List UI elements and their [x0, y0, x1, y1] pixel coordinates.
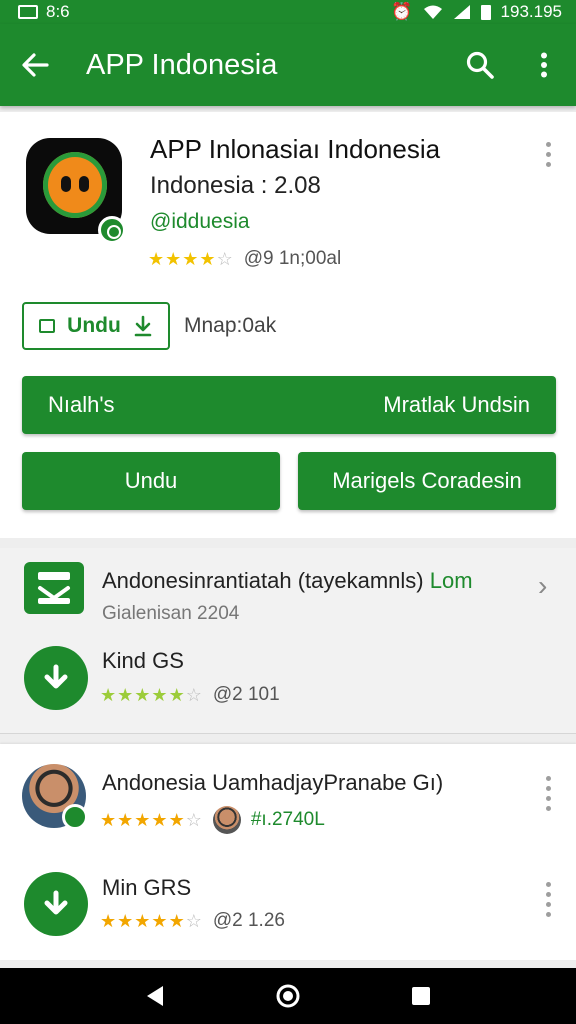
- back-nav-icon[interactable]: [145, 985, 165, 1007]
- wifi-icon: [423, 5, 442, 19]
- related-item-rating-text: @2 101: [212, 684, 280, 705]
- related-header-subtitle: Gialenisan 2204: [102, 603, 240, 624]
- primary-wide-button[interactable]: Nıalh's Mratlak Undsin: [22, 376, 556, 434]
- outline-note: Mnap:0ak: [184, 314, 277, 337]
- related-item-stars: ★ ★ ★ ★ ★ ☆: [100, 685, 203, 706]
- star-icon: ★: [168, 910, 186, 931]
- app-icon[interactable]: [26, 138, 126, 244]
- star-icon: ★: [117, 809, 135, 830]
- list-item-2-title[interactable]: Min GRS: [102, 875, 191, 901]
- star-icon: ★: [117, 684, 135, 705]
- star-icon: ★: [134, 910, 152, 931]
- star-icon: ★: [100, 910, 118, 931]
- mini-avatar: [212, 806, 241, 834]
- category-icon: [24, 562, 84, 614]
- status-time: 193.195: [500, 2, 562, 21]
- list-item-1-stars: ★ ★ ★ ★ ★ ☆: [100, 810, 203, 831]
- app-rating: ★ ★ ★ ★ ☆ @9 1n;00al: [148, 248, 341, 270]
- list-item-2-icon[interactable]: [24, 872, 88, 936]
- list-item-1-meta: #ı.2740L: [250, 809, 325, 830]
- rating-stars: ★ ★ ★ ★ ☆: [148, 249, 234, 270]
- avatar[interactable]: [22, 764, 88, 830]
- star-icon: ★: [168, 684, 186, 705]
- alarm-icon: ⏰: [391, 2, 413, 21]
- list-item-2-meta: @2 1.26: [212, 910, 285, 931]
- more-vert-icon: [541, 52, 547, 78]
- outline-download-button[interactable]: Undu: [22, 302, 170, 350]
- chevron-right-icon[interactable]: ›: [538, 570, 547, 602]
- back-button[interactable]: [0, 24, 70, 106]
- star-icon: ★: [199, 248, 217, 269]
- list-item-2-rating: ★ ★ ★ ★ ★ ☆ @2 1.26: [100, 910, 285, 932]
- related-item-rating: ★ ★ ★ ★ ★ ☆ @2 101: [100, 684, 280, 706]
- app-icon-eye-left: [61, 176, 71, 192]
- app-icon-badge: [98, 216, 126, 244]
- app-icon-face: [43, 152, 107, 218]
- star-icon: ★: [148, 248, 166, 269]
- battery-icon: [480, 4, 491, 20]
- star-icon: ☆: [216, 248, 234, 269]
- back-arrow-icon: [22, 53, 49, 77]
- page-title: APP Indonesia: [86, 48, 278, 81]
- related-header-title[interactable]: Andonesinrantiatah (tayekamnls) Lom: [102, 568, 473, 594]
- related-more-link[interactable]: Lom: [430, 568, 473, 593]
- star-icon: ★: [165, 248, 183, 269]
- download-circle-icon: [44, 890, 68, 915]
- notification-icon: [18, 5, 38, 19]
- undu-button-label: Undu: [124, 468, 178, 493]
- star-icon: ★: [134, 684, 152, 705]
- star-icon: ★: [100, 684, 118, 705]
- star-icon: ★: [168, 809, 186, 830]
- star-icon: ★: [151, 684, 169, 705]
- star-icon: ★: [134, 809, 152, 830]
- undu-button[interactable]: Undu: [22, 452, 280, 510]
- download-icon: [134, 315, 152, 337]
- home-nav-icon[interactable]: [275, 983, 301, 1009]
- app-bar: APP Indonesia: [0, 24, 576, 106]
- developer-link[interactable]: @idduesia: [150, 210, 250, 234]
- recents-nav-icon[interactable]: [411, 986, 431, 1006]
- avatar-badge: [62, 804, 88, 830]
- square-icon: [39, 319, 56, 333]
- star-icon: ★: [182, 248, 200, 269]
- star-icon: ☆: [185, 684, 203, 705]
- wide-button-right-label: Mratlak Undsin: [383, 392, 530, 417]
- related-header-text: Andonesinrantiatah (tayekamnls): [102, 568, 424, 593]
- secondary-green-button[interactable]: Marigels Coradesin: [298, 452, 556, 510]
- related-item-title[interactable]: Kind GS: [102, 648, 184, 674]
- status-bar: 8:6 ⏰ 193.195: [0, 0, 576, 24]
- star-icon: ★: [151, 910, 169, 931]
- star-icon: ★: [100, 809, 118, 830]
- outline-button-label: Undu: [67, 314, 121, 337]
- list-item-1-rating: ★ ★ ★ ★ ★ ☆ #ı.2740L: [100, 806, 325, 834]
- signal-icon: [453, 5, 470, 19]
- star-icon: ★: [151, 809, 169, 830]
- app-subtitle: Indonesia : 2.08: [150, 172, 321, 199]
- inbox-icon: [38, 572, 70, 604]
- overflow-menu-button[interactable]: [512, 24, 576, 106]
- app-icon-eye-right: [79, 176, 89, 192]
- list-item-2-stars: ★ ★ ★ ★ ★ ☆: [100, 911, 203, 932]
- detail-more-icon[interactable]: [544, 142, 552, 167]
- system-nav-bar: [0, 968, 576, 1024]
- list-item-1-more-icon[interactable]: [544, 776, 552, 811]
- wide-button-left-label: Nıalh's: [48, 392, 115, 417]
- star-icon: ★: [117, 910, 135, 931]
- star-icon: ☆: [185, 910, 203, 931]
- status-left-text: 8:6: [46, 2, 70, 21]
- list-item-2-more-icon[interactable]: [544, 882, 552, 917]
- search-button[interactable]: [448, 24, 512, 106]
- download-circle-icon: [44, 664, 68, 689]
- related-item-icon[interactable]: [24, 646, 88, 710]
- secondary-button-label: Marigels Coradesin: [332, 468, 522, 493]
- star-icon: ☆: [185, 809, 203, 830]
- rating-count: @9 1n;00al: [243, 248, 342, 269]
- search-icon: [466, 51, 494, 79]
- list-item-1-title[interactable]: Andonesia UamhadjayPranabe Gı): [102, 770, 443, 796]
- status-left: 8:6: [18, 2, 70, 22]
- app-title: APP Inlonasiaı Indonesia: [150, 134, 441, 164]
- status-right: ⏰ 193.195: [391, 2, 562, 22]
